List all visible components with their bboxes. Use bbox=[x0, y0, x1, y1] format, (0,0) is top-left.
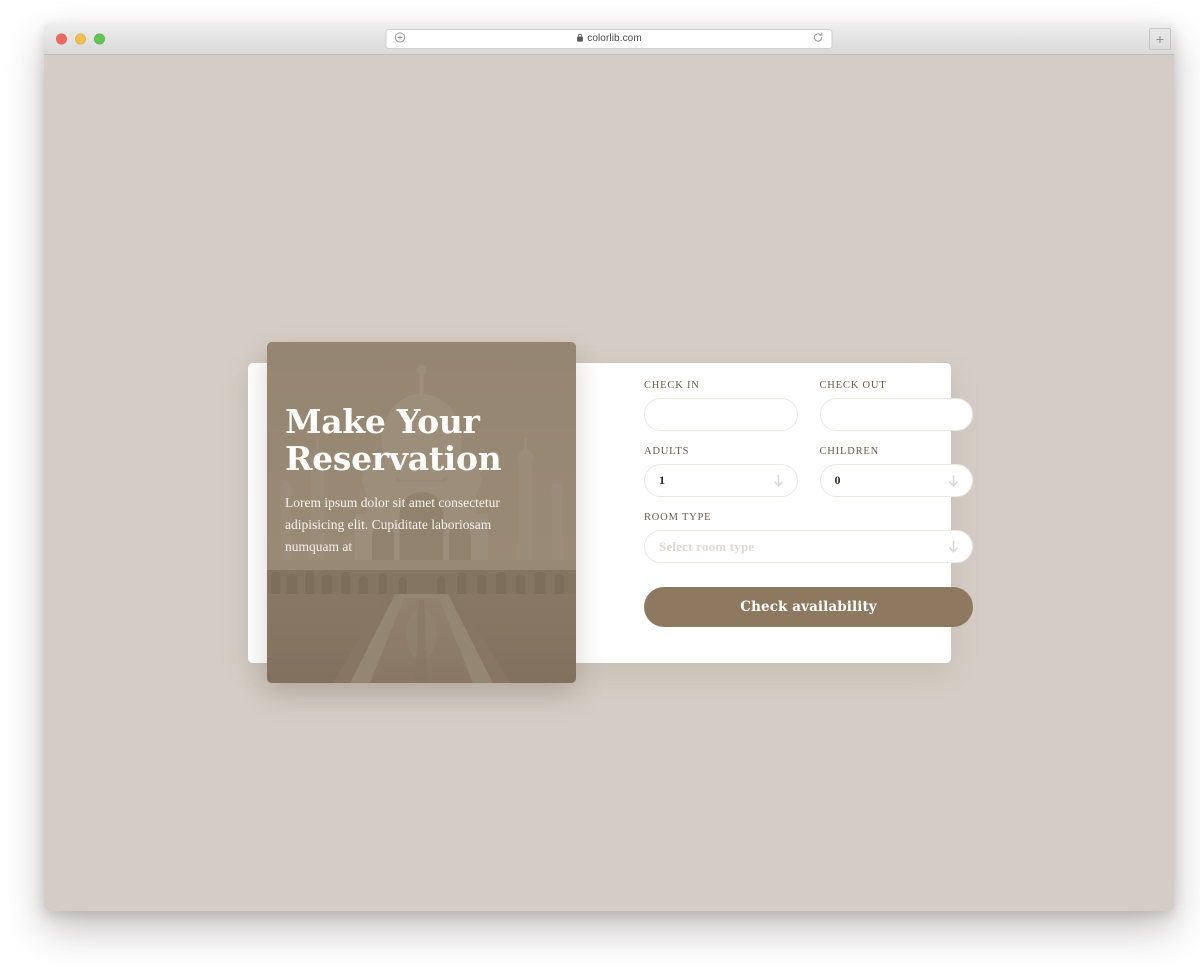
page-title: Make Your Reservation bbox=[285, 402, 502, 478]
arrow-down-icon[interactable] bbox=[948, 474, 959, 487]
field-group-adults: ADULTS 1 bbox=[644, 446, 798, 497]
adults-select[interactable]: 1 bbox=[644, 464, 798, 497]
hero-panel: Make Your Reservation Lorem ipsum dolor … bbox=[267, 342, 576, 683]
label-room-type: ROOM TYPE bbox=[644, 512, 712, 523]
new-tab-button[interactable]: + bbox=[1149, 28, 1171, 50]
traffic-lights bbox=[56, 33, 105, 45]
room-type-select[interactable]: Select room type bbox=[644, 530, 973, 563]
field-group-check-in: CHECK IN bbox=[644, 380, 798, 431]
reload-icon[interactable] bbox=[813, 30, 824, 48]
check-out-input[interactable] bbox=[819, 398, 973, 431]
browser-chrome: colorlib.com + bbox=[44, 24, 1174, 55]
adults-value: 1 bbox=[659, 473, 665, 487]
url-text: colorlib.com bbox=[587, 33, 642, 44]
arrow-down-icon[interactable] bbox=[773, 474, 784, 487]
hero-description: Lorem ipsum dolor sit amet consectetur a… bbox=[285, 494, 500, 554]
label-check-in: CHECK IN bbox=[644, 380, 700, 391]
hero-content: Make Your Reservation Lorem ipsum dolor … bbox=[285, 402, 560, 557]
guests-row: ADULTS 1 CHILDREN 0 bbox=[644, 446, 973, 497]
field-group-check-out: CHECK OUT bbox=[819, 380, 973, 431]
window-minimize-button[interactable] bbox=[75, 33, 86, 45]
window-close-button[interactable] bbox=[56, 33, 67, 45]
window-maximize-button[interactable] bbox=[94, 33, 105, 45]
new-tab-label: + bbox=[1155, 31, 1165, 47]
field-group-children: CHILDREN 0 bbox=[819, 446, 973, 497]
address-bar[interactable]: colorlib.com bbox=[385, 29, 833, 49]
label-adults: ADULTS bbox=[644, 446, 690, 457]
booking-form: CHECK IN CHECK OUT ADULTS 1 CHILDREN 0 R… bbox=[644, 380, 973, 627]
dates-row: CHECK IN CHECK OUT bbox=[644, 380, 973, 431]
label-children: CHILDREN bbox=[819, 446, 879, 457]
add-page-icon[interactable] bbox=[394, 30, 406, 48]
check-availability-button[interactable]: Check availability bbox=[644, 587, 973, 627]
room-type-placeholder: Select room type bbox=[659, 538, 755, 554]
arrow-down-icon[interactable] bbox=[948, 540, 959, 553]
lock-icon bbox=[576, 33, 583, 45]
page-viewport: Make Your Reservation Lorem ipsum dolor … bbox=[44, 55, 1174, 911]
browser-window: colorlib.com + Make Your Reservation Lor… bbox=[44, 24, 1174, 911]
label-check-out: CHECK OUT bbox=[819, 380, 887, 391]
field-group-room-type: ROOM TYPE Select room type bbox=[644, 512, 973, 563]
check-in-input[interactable] bbox=[644, 398, 798, 431]
reservation-widget: Make Your Reservation Lorem ipsum dolor … bbox=[248, 340, 973, 685]
children-value: 0 bbox=[834, 473, 841, 487]
children-select[interactable]: 0 bbox=[819, 464, 973, 497]
address-bar-text-wrap: colorlib.com bbox=[576, 33, 642, 45]
